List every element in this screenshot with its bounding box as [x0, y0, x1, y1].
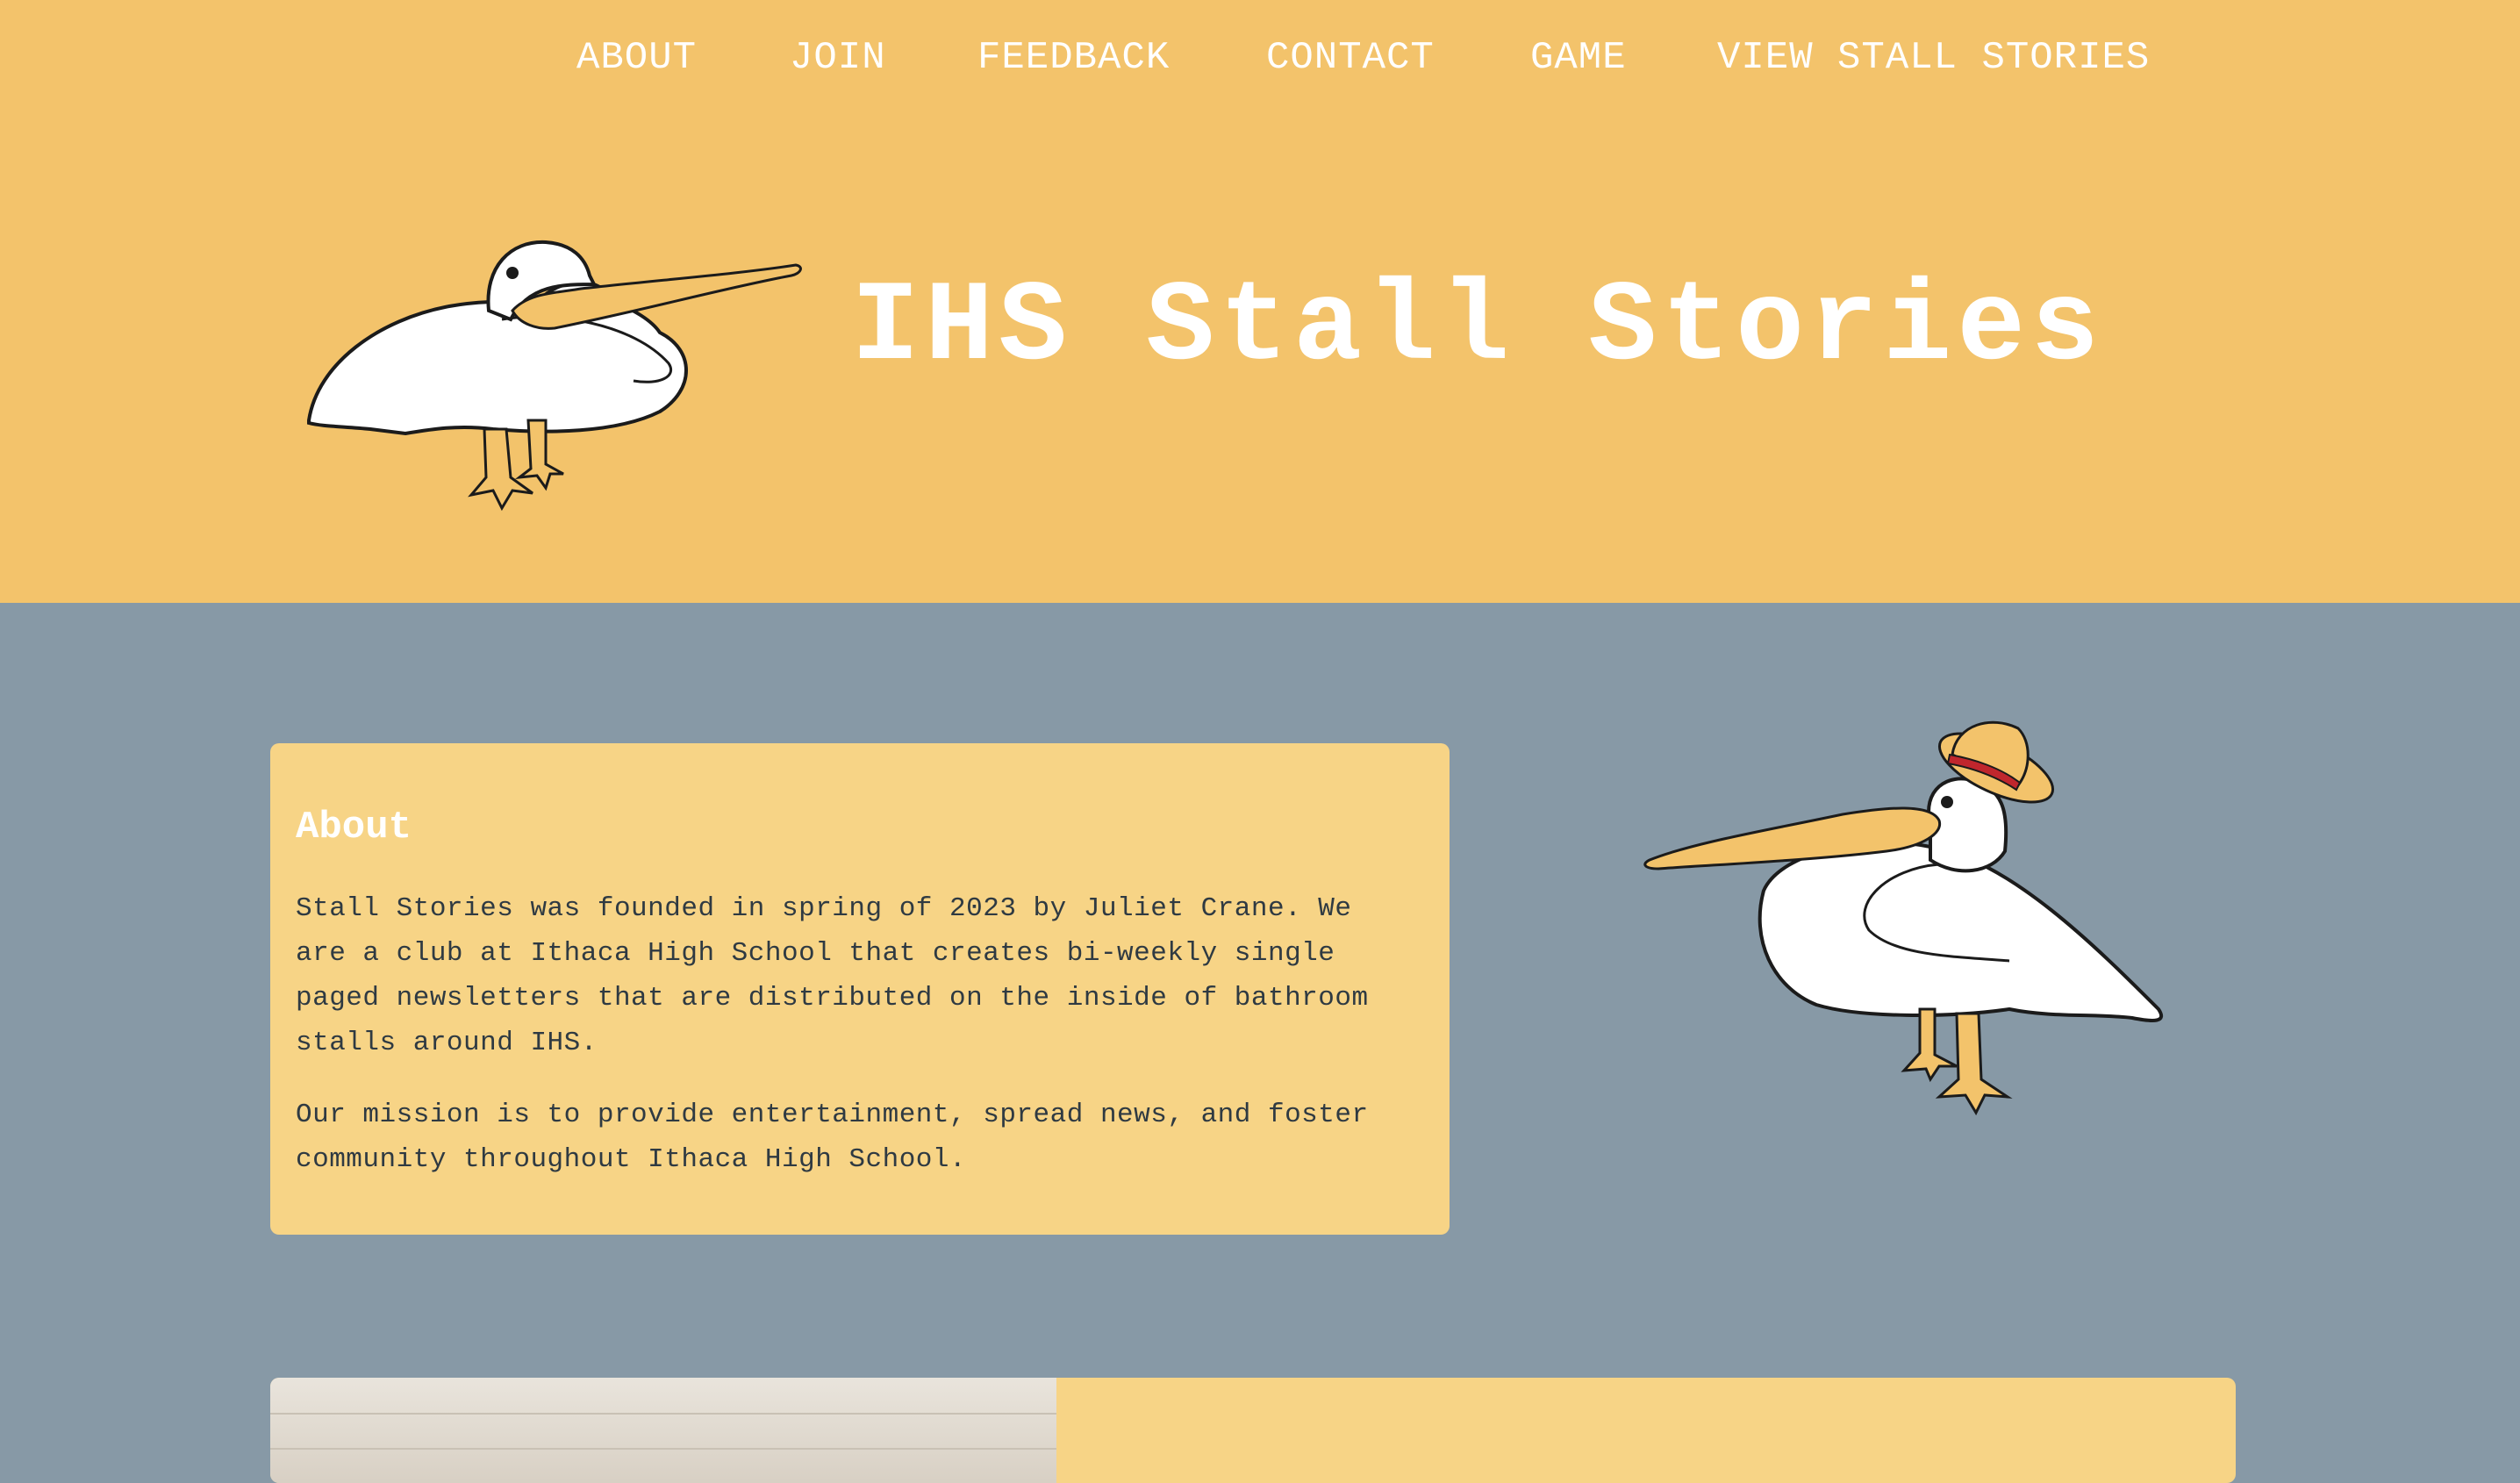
about-paragraph-1: Stall Stories was founded in spring of 2…	[296, 893, 1369, 1058]
nav-join[interactable]: JOIN	[790, 32, 886, 84]
nav-game[interactable]: GAME	[1530, 32, 1627, 84]
about-heading: About	[296, 806, 412, 849]
stall-photo	[270, 1378, 1056, 1483]
page-title: IHS Stall Stories	[851, 264, 2105, 393]
nav-view-stall-stories[interactable]: VIEW STALL STORIES	[1717, 32, 2150, 84]
site-header: ABOUT JOIN FEEDBACK CONTACT GAME VIEW ST…	[0, 0, 2520, 603]
nav-feedback[interactable]: FEEDBACK	[977, 32, 1170, 84]
pelican-with-hat-icon	[1643, 720, 2164, 1116]
nav-about[interactable]: ABOUT	[576, 32, 697, 84]
pelican-icon	[307, 240, 802, 512]
top-nav: ABOUT JOIN FEEDBACK CONTACT GAME VIEW ST…	[0, 0, 2520, 123]
nav-contact[interactable]: CONTACT	[1266, 32, 1435, 84]
lower-card	[270, 1378, 2236, 1483]
about-paragraph-2: Our mission is to provide entertainment,…	[296, 1100, 1369, 1175]
